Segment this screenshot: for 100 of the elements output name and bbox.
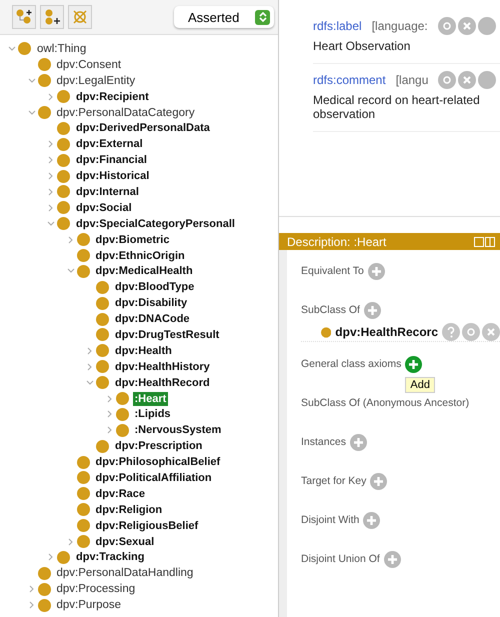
- tree-item[interactable]: dpv:DrugTestResult: [113, 328, 222, 342]
- tree-item[interactable]: dpv:Prescription: [113, 439, 204, 454]
- section-label: SubClass Of (Anonymous Ancestor): [301, 397, 470, 409]
- add-icon[interactable]: [363, 512, 380, 528]
- tree-item[interactable]: dpv:ReligiousBelief: [94, 518, 200, 533]
- section-label: Disjoint Union Of: [301, 553, 380, 565]
- tree-item[interactable]: dpv:DNACode: [113, 312, 192, 326]
- tree-item[interactable]: dpv:External: [74, 137, 145, 152]
- section-label: Disjoint With: [301, 514, 360, 526]
- annotation-value: Heart Observation: [313, 39, 412, 53]
- tree-item[interactable]: dpv:Tracking: [74, 550, 146, 564]
- class-icon: [57, 550, 70, 564]
- close-icon[interactable]: [482, 323, 500, 341]
- tree-item[interactable]: dpv:Internal: [74, 184, 141, 199]
- section-label: Target for Key: [301, 475, 366, 487]
- annotation-property[interactable]: rdfs:label: [313, 19, 362, 33]
- annotation-property[interactable]: rdfs:comment: [313, 73, 386, 87]
- class-icon: [76, 264, 90, 278]
- help-icon[interactable]: [442, 323, 460, 341]
- tree-item[interactable]: dpv:DerivedPersonalData: [74, 121, 212, 136]
- class-icon: [321, 326, 332, 338]
- tree-item[interactable]: dpv:Sexual: [94, 534, 156, 549]
- class-icon: [76, 535, 90, 548]
- panel-title: Description: :Heart: [287, 234, 386, 248]
- class-icon: [96, 312, 109, 326]
- tree-item[interactable]: owl:Thing: [35, 42, 88, 56]
- add-sibling-icon: [44, 9, 60, 25]
- class-icon: [18, 42, 31, 56]
- class-icon: [96, 360, 109, 374]
- class-icon: [38, 582, 50, 596]
- tree-item[interactable]: dpv:Health: [113, 344, 174, 358]
- tree-item[interactable]: dpv:Purpose: [54, 598, 124, 612]
- class-icon: [38, 566, 50, 580]
- tree-item[interactable]: dpv:Disability: [113, 296, 190, 310]
- section-label: General class axioms: [301, 358, 402, 370]
- close-icon[interactable]: [458, 17, 476, 35]
- class-icon: [57, 122, 70, 135]
- class-icon: [76, 471, 90, 484]
- tree-item[interactable]: :Heart: [132, 392, 168, 406]
- tree-item[interactable]: dpv:BloodType: [113, 280, 196, 294]
- tree-item[interactable]: dpv:PoliticalAffiliation: [94, 470, 214, 485]
- tree-item[interactable]: dpv:HealthHistory: [113, 360, 212, 374]
- tree-item[interactable]: :Lipids: [132, 407, 173, 422]
- tooltip: Add: [405, 376, 435, 392]
- class-icon: [116, 424, 128, 437]
- tree-item[interactable]: dpv:Processing: [54, 582, 138, 596]
- delete-class-button[interactable]: [68, 5, 92, 29]
- class-icon: [96, 376, 109, 390]
- stepper-icon: [258, 11, 268, 23]
- add-icon[interactable]: [368, 262, 385, 280]
- close-icon[interactable]: [458, 71, 476, 89]
- add-icon[interactable]: [350, 434, 367, 450]
- tree-item[interactable]: :NervousSystem: [132, 423, 224, 438]
- class-icon: [76, 233, 90, 246]
- class-icon: [38, 106, 50, 119]
- class-icon: [76, 249, 90, 262]
- section-label: SubClass Of: [301, 304, 360, 316]
- language-label: [language:: [372, 19, 428, 33]
- tree-item[interactable]: dpv:Recipient: [74, 90, 151, 104]
- add-icon[interactable]: [405, 356, 422, 372]
- class-icon: [116, 392, 128, 406]
- add-icon[interactable]: [384, 550, 401, 568]
- class-icon: [76, 456, 90, 469]
- tree-item[interactable]: dpv:LegalEntity: [54, 74, 138, 88]
- class-icon: [116, 408, 128, 421]
- tree-item[interactable]: dpv:EthnicOrigin: [94, 248, 187, 263]
- tree-item[interactable]: dpv:PersonalDataCategory: [54, 106, 197, 120]
- class-icon: [96, 296, 109, 310]
- tree-item[interactable]: dpv:Religion: [94, 502, 164, 517]
- tree-item[interactable]: dpv:HealthRecord: [113, 376, 212, 390]
- class-icon: [57, 154, 70, 167]
- panel-controls-icon[interactable]: [474, 236, 496, 246]
- tree-item[interactable]: dpv:Historical: [74, 169, 152, 184]
- add-sibling-button[interactable]: [40, 5, 64, 29]
- section-label: Equivalent To: [301, 265, 364, 277]
- class-icon: [57, 138, 70, 151]
- tree-item[interactable]: dpv:Financial: [74, 153, 149, 168]
- class-icon: [38, 74, 50, 88]
- class-icon: [38, 598, 50, 612]
- tree-item[interactable]: dpv:PhilosophicalBelief: [94, 455, 222, 470]
- class-icon: [57, 201, 70, 214]
- tree-item[interactable]: dpv:Social: [74, 200, 134, 215]
- add-subclass-button[interactable]: [12, 5, 36, 29]
- view-dropdown[interactable]: Asserted: [174, 6, 274, 28]
- language-label: [langu: [396, 73, 428, 87]
- add-icon[interactable]: [370, 472, 388, 490]
- section-label: Instances: [301, 436, 346, 448]
- class-icon: [96, 440, 109, 453]
- class-icon: [96, 280, 109, 294]
- tree-item[interactable]: dpv:Biometric: [94, 232, 172, 247]
- tree-item[interactable]: dpv:PersonalDataHandling: [54, 566, 196, 580]
- class-icon: [96, 328, 109, 342]
- tree-item[interactable]: dpv:MedicalHealth: [94, 264, 195, 278]
- tree-item[interactable]: dpv:SpecialCategoryPersonall: [74, 216, 237, 231]
- tree-item[interactable]: dpv:Consent: [54, 58, 124, 72]
- class-icon: [57, 185, 70, 198]
- superclass-item[interactable]: dpv:HealthRecorc: [335, 325, 438, 339]
- add-icon[interactable]: [364, 302, 381, 318]
- class-icon: [38, 58, 50, 72]
- tree-item[interactable]: dpv:Race: [94, 486, 148, 501]
